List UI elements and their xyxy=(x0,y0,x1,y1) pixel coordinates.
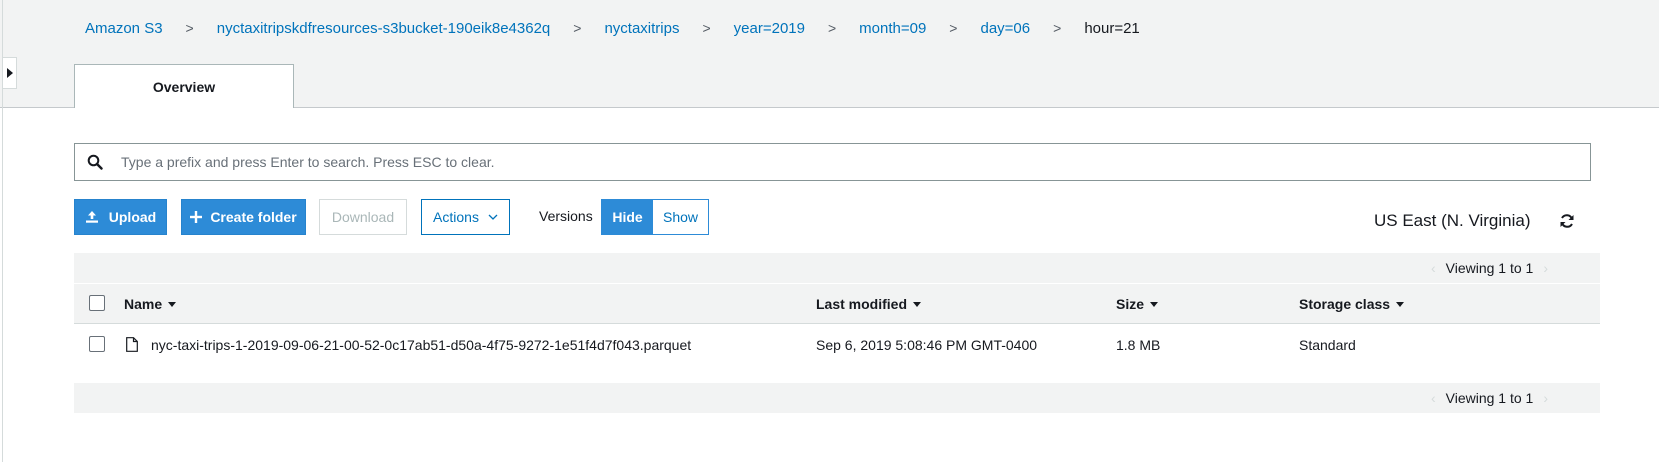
file-icon xyxy=(126,337,138,352)
column-header-last-modified-label: Last modified xyxy=(816,296,908,312)
breadcrumb-separator: > xyxy=(185,20,194,36)
column-header-last-modified[interactable]: Last modified xyxy=(816,296,922,312)
table-header: Name Last modified Size Storage class xyxy=(74,284,1600,324)
breadcrumb-item-amazon-s3[interactable]: Amazon S3 xyxy=(85,20,163,37)
region-label: US East (N. Virginia) xyxy=(1374,211,1531,230)
column-header-storage-class[interactable]: Storage class xyxy=(1299,296,1405,312)
versions-hide-button[interactable]: Hide xyxy=(602,200,653,234)
table-row: nyc-taxi-trips-1-2019-09-06-21-00-52-0c1… xyxy=(74,325,1600,365)
pagination-top: ‹ Viewing 1 to 1 › xyxy=(74,253,1600,283)
sort-caret-icon xyxy=(913,301,922,307)
chevron-right-icon[interactable]: › xyxy=(1543,260,1548,276)
breadcrumb-item-hour: hour=21 xyxy=(1084,19,1140,37)
chevron-right-icon[interactable]: › xyxy=(1543,390,1548,406)
sidebar-toggle-button[interactable] xyxy=(3,57,17,89)
refresh-icon[interactable] xyxy=(1559,213,1575,229)
breadcrumb-separator: > xyxy=(827,20,837,36)
column-header-size[interactable]: Size xyxy=(1116,296,1159,312)
breadcrumb-separator: > xyxy=(573,20,582,36)
column-header-name-label: Name xyxy=(124,296,163,312)
search-input[interactable] xyxy=(115,145,1590,179)
pagination-bottom: ‹ Viewing 1 to 1 › xyxy=(74,383,1600,413)
sort-caret-icon xyxy=(168,301,177,307)
breadcrumb-item-nyctaxitrips[interactable]: nyctaxitrips xyxy=(604,20,679,37)
search-icon xyxy=(75,144,115,180)
versions-label: Versions xyxy=(539,208,593,224)
column-header-storage-class-label: Storage class xyxy=(1299,296,1391,312)
plus-icon xyxy=(190,211,203,223)
actions-dropdown[interactable]: Actions xyxy=(421,199,510,235)
create-folder-button[interactable]: Create folder xyxy=(181,199,306,235)
last-modified-cell: Sep 6, 2019 5:08:46 PM GMT-0400 xyxy=(816,337,1038,353)
file-name-link[interactable]: nyc-taxi-trips-1-2019-09-06-21-00-52-0c1… xyxy=(151,337,691,353)
download-button[interactable]: Download xyxy=(319,199,407,235)
column-header-name[interactable]: Name xyxy=(124,296,177,312)
breadcrumb-separator: > xyxy=(949,20,958,36)
upload-button[interactable]: Upload xyxy=(74,199,167,235)
column-header-size-label: Size xyxy=(1116,296,1145,312)
search-box xyxy=(74,143,1591,181)
versions-toggle: Hide Show xyxy=(601,199,709,235)
chevron-down-icon xyxy=(488,214,498,220)
breadcrumb-item-bucket[interactable]: nyctaxitripskdfresources-s3bucket-190eik… xyxy=(217,20,551,37)
upload-icon xyxy=(85,211,98,223)
breadcrumb-item-day[interactable]: day=06 xyxy=(980,20,1030,37)
select-all-checkbox[interactable] xyxy=(89,295,105,311)
pagination-bottom-text: Viewing 1 to 1 xyxy=(1445,390,1534,406)
caret-right-icon xyxy=(6,68,13,78)
row-checkbox[interactable] xyxy=(89,336,105,352)
sort-caret-icon xyxy=(1150,301,1159,307)
breadcrumb-item-month[interactable]: month=09 xyxy=(859,20,926,37)
breadcrumb-separator: > xyxy=(1053,20,1062,36)
actions-dropdown-label: Actions xyxy=(433,209,479,225)
versions-show-button[interactable]: Show xyxy=(653,200,708,234)
pagination-top-text: Viewing 1 to 1 xyxy=(1445,260,1534,276)
create-folder-button-label: Create folder xyxy=(210,209,297,225)
sort-caret-icon xyxy=(1396,301,1405,307)
breadcrumb-item-year[interactable]: year=2019 xyxy=(734,20,805,37)
storage-class-cell: Standard xyxy=(1299,337,1356,353)
breadcrumb-separator: > xyxy=(702,20,711,36)
breadcrumb: Amazon S3 > nyctaxitripskdfresources-s3b… xyxy=(85,18,1140,38)
chevron-left-icon[interactable]: ‹ xyxy=(1431,260,1436,276)
tab-overview[interactable]: Overview xyxy=(74,64,294,108)
upload-button-label: Upload xyxy=(108,209,157,225)
chevron-left-icon[interactable]: ‹ xyxy=(1431,390,1436,406)
size-cell: 1.8 MB xyxy=(1116,337,1161,353)
